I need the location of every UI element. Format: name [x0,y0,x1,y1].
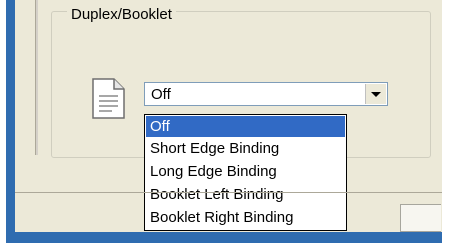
option-long-edge-binding[interactable]: Long Edge Binding [146,161,345,182]
group-title: Duplex/Booklet [67,6,176,23]
document-icon [92,78,125,119]
chevron-down-icon [371,92,381,97]
dialog-divider [15,192,442,193]
option-booklet-right-binding[interactable]: Booklet Right Binding [146,207,345,228]
option-booklet-left-binding[interactable]: Booklet Left Binding [146,184,345,205]
dropdown-button[interactable] [365,84,386,104]
vertical-separator [35,0,38,155]
option-off[interactable]: Off [146,116,345,137]
duplex-select[interactable]: Off [144,82,388,106]
dialog-button[interactable] [400,204,441,232]
duplex-select-value: Off [151,86,171,103]
option-short-edge-binding[interactable]: Short Edge Binding [146,138,345,159]
duplex-options-list[interactable]: Off Short Edge Binding Long Edge Binding… [144,114,347,231]
